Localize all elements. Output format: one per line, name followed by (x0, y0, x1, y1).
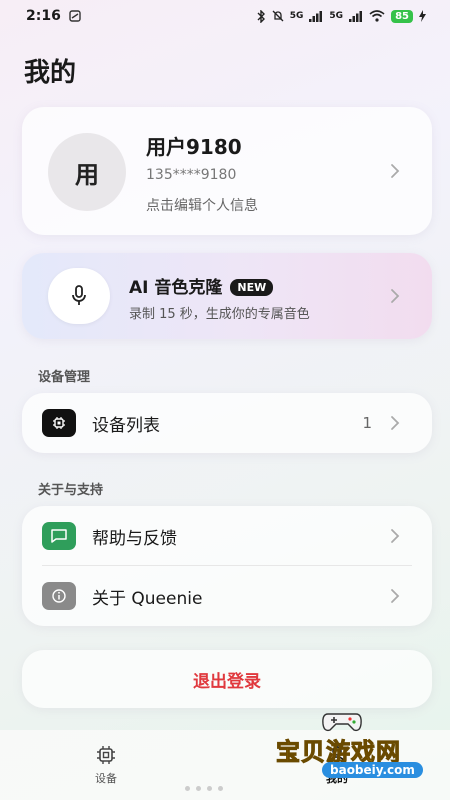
chevron-right-icon (391, 164, 400, 178)
bluetooth-icon (257, 9, 265, 23)
mic-button[interactable] (48, 268, 110, 324)
about-label: 关于 Queenie (92, 589, 203, 609)
info-icon-badge (42, 582, 76, 610)
watermark-url: baobeiy.com (322, 762, 423, 778)
chip-icon (53, 417, 65, 429)
watermark: 宝贝游戏网 baobeiy.com (270, 708, 423, 778)
chip-icon (97, 746, 115, 764)
help-feedback-label: 帮助与反馈 (92, 529, 177, 549)
gamepad-icon (322, 713, 362, 732)
status-time: 2:16 (26, 8, 61, 24)
page-dots (185, 786, 223, 791)
chevron-right-icon (391, 589, 400, 603)
device-list-item[interactable]: 设备列表 1 (22, 393, 432, 453)
profile-edit-hint: 点击编辑个人信息 (146, 198, 258, 214)
ai-card-subtitle: 录制 15 秒，生成你的专属音色 (129, 307, 310, 322)
section-label-device: 设备管理 (38, 370, 91, 385)
new-badge: NEW (230, 279, 274, 296)
device-list-label: 设备列表 (92, 416, 160, 436)
help-feedback-item[interactable]: 帮助与反馈 (22, 506, 432, 566)
page-title: 我的 (24, 58, 77, 88)
chip-icon-badge (42, 409, 76, 437)
profile-phone: 135****9180 (146, 167, 237, 183)
chevron-right-icon (391, 529, 400, 543)
battery-indicator: 85 (391, 9, 413, 23)
logout-button[interactable]: 退出登录 (22, 650, 432, 708)
ai-card-title-text: AI 音色克隆 (129, 278, 223, 298)
chevron-right-icon (391, 289, 400, 303)
info-icon (52, 589, 66, 603)
logout-label: 退出登录 (193, 671, 261, 692)
ai-voice-clone-card[interactable]: AI 音色克隆 NEW 录制 15 秒，生成你的专属音色 (22, 253, 432, 339)
profile-name: 用户9180 (146, 135, 242, 159)
page-dot (185, 786, 190, 791)
section-label-support: 关于与支持 (38, 483, 104, 498)
chat-icon-badge (42, 522, 76, 550)
nfc-icon (69, 10, 81, 22)
support-group: 帮助与反馈 关于 Queenie (22, 506, 432, 626)
device-count: 1 (362, 414, 372, 432)
wifi-icon (369, 10, 385, 22)
signal-2-icon (349, 10, 363, 22)
page-dot (218, 786, 223, 791)
mic-icon (72, 285, 86, 305)
signal-1-label: 5G (289, 11, 304, 21)
tab-devices[interactable]: 设备 (95, 744, 117, 786)
mute-icon (272, 10, 284, 22)
page-dot (207, 786, 212, 791)
about-item[interactable]: 关于 Queenie (22, 566, 432, 626)
signal-1-icon (309, 10, 323, 22)
status-bar: 2:16 5G 5G 85 (0, 0, 450, 32)
tab-devices-label: 设备 (95, 772, 117, 785)
charging-icon (419, 10, 426, 22)
avatar[interactable]: 用 (48, 133, 126, 211)
profile-card[interactable]: 用 用户9180 135****9180 点击编辑个人信息 (22, 107, 432, 235)
ai-card-title: AI 音色克隆 NEW (129, 273, 274, 298)
chat-icon (51, 529, 67, 543)
signal-2-label: 5G (329, 11, 344, 21)
chevron-right-icon (391, 416, 400, 430)
page-dot (196, 786, 201, 791)
